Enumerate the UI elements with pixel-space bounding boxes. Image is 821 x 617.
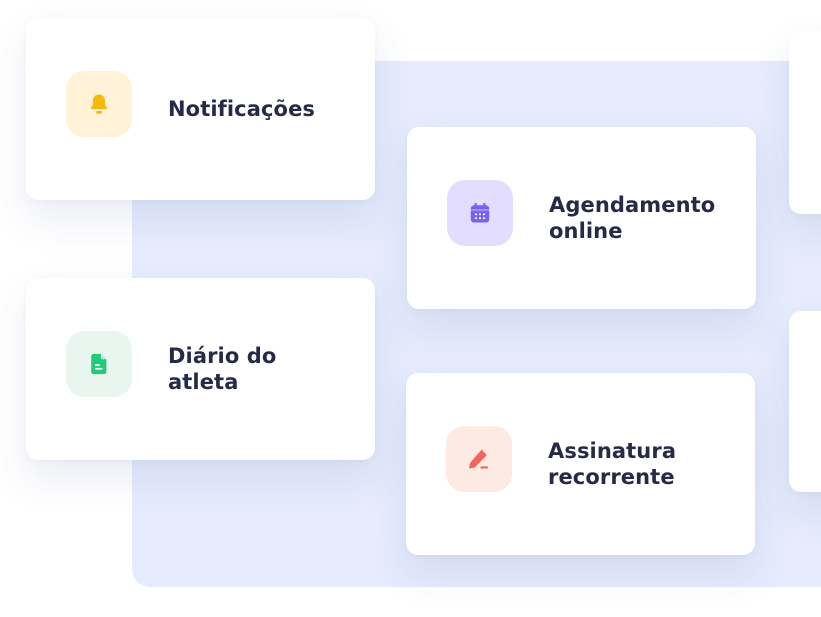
bell-icon: [90, 94, 108, 114]
pen-icon: [469, 449, 489, 469]
pen-icon-tile: [446, 426, 512, 492]
feature-card-partial-bottom: [789, 311, 821, 492]
document-icon-tile: [66, 331, 132, 397]
feature-card-assinatura-recorrente[interactable]: Assinatura recorrente: [406, 373, 755, 555]
feature-card-agendamento-online[interactable]: Agendamento online: [407, 127, 756, 309]
feature-card-partial-top: [789, 31, 821, 214]
document-icon: [91, 353, 107, 375]
calendar-icon-tile: [447, 180, 513, 246]
feature-label-diario-do-atleta: Diário do atleta: [168, 344, 277, 394]
feature-label-assinatura-recorrente: Assinatura recorrente: [548, 439, 677, 489]
calendar-icon: [470, 202, 490, 223]
bell-icon-tile: [66, 71, 132, 137]
feature-label-notificacoes: Notificações: [168, 97, 316, 121]
feature-card-notificacoes[interactable]: Notificações: [26, 18, 375, 200]
feature-card-diario-do-atleta[interactable]: Diário do atleta: [26, 278, 375, 460]
feature-label-agendamento-online: Agendamento online: [549, 193, 716, 243]
